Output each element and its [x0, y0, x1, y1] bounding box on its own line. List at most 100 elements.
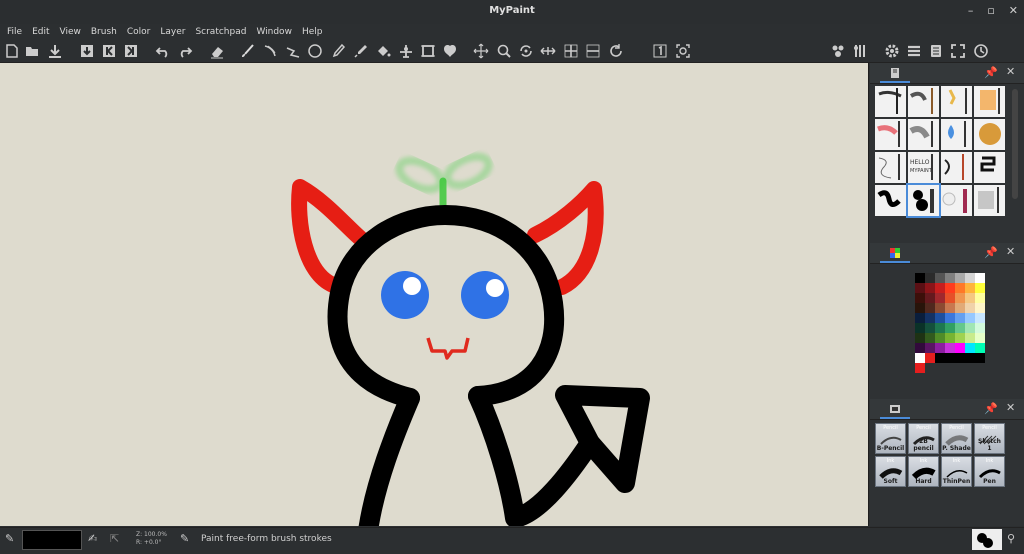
color-picker-icon[interactable]: ⚲ — [1007, 532, 1015, 545]
freehand-brush-icon[interactable] — [237, 40, 257, 62]
open-previous-icon[interactable] — [77, 40, 97, 62]
palette-swatch[interactable] — [955, 343, 965, 353]
palette-swatch[interactable] — [945, 333, 955, 343]
eraser-icon[interactable] — [207, 40, 227, 62]
menu-window[interactable]: Window — [251, 27, 297, 37]
pin-icon[interactable]: 📌 — [984, 402, 998, 415]
palette-swatch[interactable] — [955, 353, 965, 363]
preferences-icon[interactable] — [882, 40, 902, 62]
palette-swatch[interactable] — [935, 343, 945, 353]
brush-thumbnail-selected[interactable] — [906, 183, 941, 218]
rotate-view-icon[interactable] — [516, 40, 536, 62]
menu-layer[interactable]: Layer — [155, 27, 190, 37]
palette-swatch[interactable] — [965, 353, 975, 363]
palette-swatch[interactable] — [935, 293, 945, 303]
preset-pen[interactable]: Ink Pen — [974, 456, 1005, 487]
palette-swatch[interactable] — [955, 283, 965, 293]
zoom-view-icon[interactable] — [494, 40, 514, 62]
palette-swatch[interactable] — [945, 313, 955, 323]
palette-swatch[interactable] — [965, 303, 975, 313]
drawing-canvas[interactable] — [0, 63, 869, 526]
palette-swatch[interactable] — [945, 303, 955, 313]
palette-swatch[interactable] — [925, 323, 935, 333]
palette-swatch[interactable] — [975, 313, 985, 323]
brush-thumbnail[interactable] — [941, 86, 972, 117]
maximize-button[interactable]: ▫ — [987, 4, 994, 17]
palette-swatch[interactable] — [935, 303, 945, 313]
palette-swatch[interactable] — [915, 273, 925, 283]
palette-swatch[interactable] — [935, 353, 945, 363]
line-icon[interactable] — [283, 40, 303, 62]
palette-swatch[interactable] — [965, 313, 975, 323]
menu-color[interactable]: Color — [122, 27, 156, 37]
brush-thumbnail[interactable] — [875, 86, 906, 117]
zoom-out-icon[interactable] — [583, 40, 603, 62]
menu-view[interactable]: View — [55, 27, 86, 37]
pan-view-icon[interactable] — [471, 40, 491, 62]
inking-icon[interactable] — [260, 40, 280, 62]
palette-swatch[interactable] — [945, 293, 955, 303]
palette-swatch[interactable] — [975, 283, 985, 293]
palette-swatch[interactable] — [965, 283, 975, 293]
brush-tool-icon[interactable]: ✎ — [5, 532, 14, 545]
rotate-reset-icon[interactable] — [606, 40, 626, 62]
brush-thumbnail[interactable] — [974, 152, 1005, 183]
brush-preview-thumbnail[interactable] — [972, 529, 1002, 550]
menu-scratchpad[interactable]: Scratchpad — [190, 27, 251, 37]
brush-thumbnail[interactable] — [941, 185, 972, 216]
preset-thinpen[interactable]: Ink ThinPen — [941, 456, 972, 487]
close-button[interactable]: ✕ — [1009, 4, 1018, 17]
palette-swatch[interactable] — [965, 273, 975, 283]
palette-swatch[interactable] — [975, 273, 985, 283]
palette-swatch[interactable] — [945, 273, 955, 283]
palette-swatch[interactable] — [945, 353, 955, 363]
layer-move-icon[interactable] — [396, 40, 416, 62]
brush-thumbnail[interactable] — [974, 86, 1005, 117]
fit-view-icon[interactable] — [673, 40, 693, 62]
palette-swatch[interactable] — [925, 293, 935, 303]
history-icon[interactable] — [971, 40, 991, 62]
brush-thumbnail[interactable] — [974, 119, 1005, 150]
fill-pen-icon[interactable] — [328, 40, 348, 62]
palette-swatch[interactable] — [925, 333, 935, 343]
palette-swatch[interactable] — [925, 283, 935, 293]
close-icon[interactable]: ✕ — [1006, 401, 1015, 414]
preset-p-shade[interactable]: Pencil P. Shade — [941, 423, 972, 454]
brush-thumbnail[interactable] — [941, 152, 972, 183]
preset-2b-pencil[interactable]: Pencil 2B pencil — [908, 423, 939, 454]
close-icon[interactable]: ✕ — [1006, 65, 1015, 78]
brush-thumbnail[interactable] — [974, 185, 1005, 216]
brush-thumbnail[interactable] — [875, 185, 906, 216]
palette-swatch[interactable] — [975, 293, 985, 303]
palette-swatch[interactable] — [915, 363, 925, 373]
brush-thumbnail[interactable] — [908, 119, 939, 150]
palette-swatch[interactable] — [975, 323, 985, 333]
palette-swatch[interactable] — [965, 343, 975, 353]
palette-icon[interactable] — [880, 245, 910, 263]
brush-thumbnail[interactable] — [908, 86, 939, 117]
palette-swatch[interactable] — [955, 303, 965, 313]
mirror-view-icon[interactable] — [538, 40, 558, 62]
brush-settings-icon[interactable] — [850, 40, 870, 62]
open-file-icon[interactable] — [22, 40, 42, 62]
brush-thumbnail[interactable] — [941, 119, 972, 150]
new-file-icon[interactable] — [2, 40, 22, 62]
open-first-icon[interactable] — [99, 40, 119, 62]
symmetry-icon[interactable] — [440, 40, 460, 62]
open-next-icon[interactable] — [121, 40, 141, 62]
palette-swatch[interactable] — [915, 313, 925, 323]
palette-swatch[interactable] — [925, 313, 935, 323]
reset-zoom-icon[interactable] — [650, 40, 670, 62]
ellipse-icon[interactable] — [305, 40, 325, 62]
brush-book-icon[interactable] — [880, 65, 910, 83]
menu-file[interactable]: File — [2, 27, 27, 37]
color-picker-icon[interactable] — [351, 40, 371, 62]
brush-thumbnail[interactable] — [875, 152, 906, 183]
palette-swatch[interactable] — [975, 343, 985, 353]
palette-swatch[interactable] — [975, 333, 985, 343]
palette-swatch[interactable] — [955, 273, 965, 283]
palette-swatch[interactable] — [935, 323, 945, 333]
preset-soft[interactable]: Ink Soft — [875, 456, 906, 487]
flood-fill-icon[interactable] — [373, 40, 393, 62]
close-icon[interactable]: ✕ — [1006, 245, 1015, 258]
